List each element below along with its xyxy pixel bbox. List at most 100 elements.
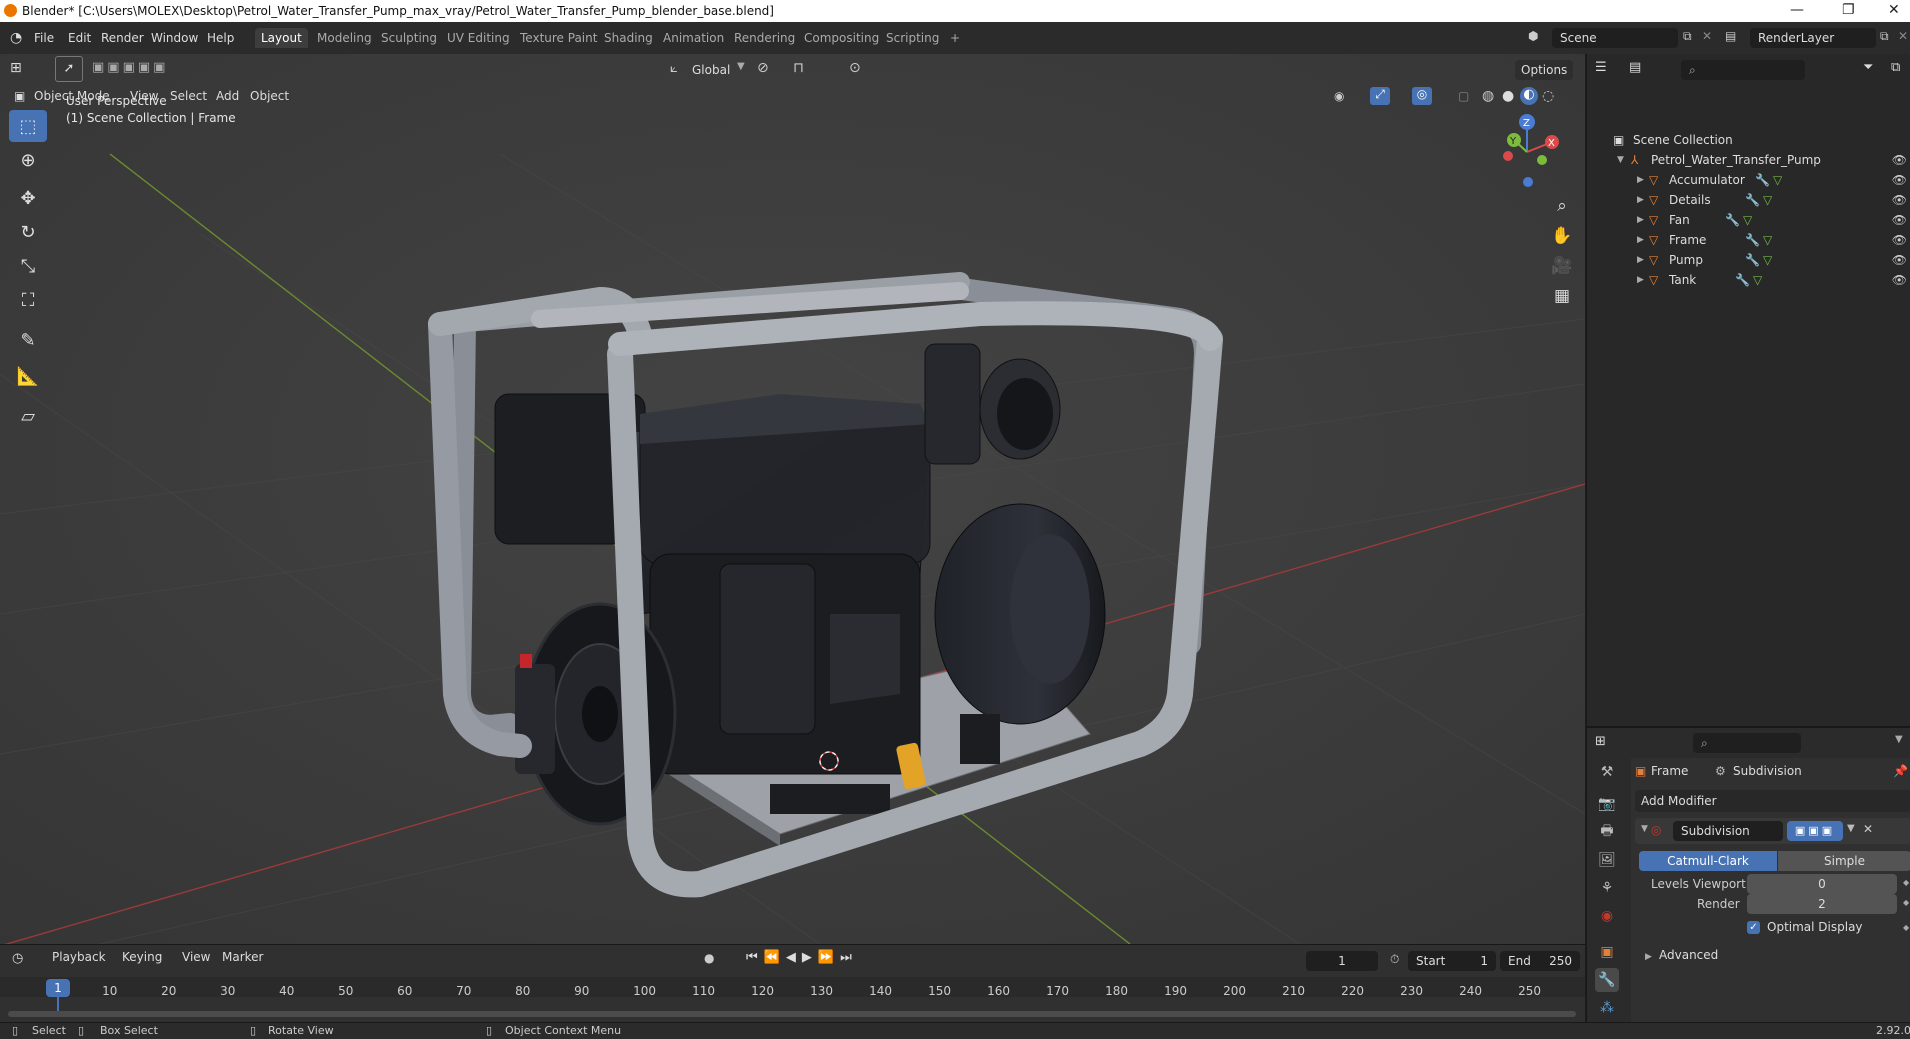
marker-menu[interactable]: Marker: [216, 947, 269, 967]
wireframe-shading-icon[interactable]: ◍: [1482, 88, 1494, 104]
keyframe-dot-icon[interactable]: ◆: [1903, 898, 1909, 907]
tab-scripting[interactable]: Scripting: [880, 28, 945, 48]
menu-help[interactable]: Help: [207, 31, 234, 45]
advanced-panel-header[interactable]: Advanced: [1659, 948, 1718, 962]
keying-menu[interactable]: Keying: [116, 947, 168, 967]
gizmo-toggle-icon[interactable]: ⤢: [1370, 87, 1390, 105]
modifier-wrench-icon[interactable]: 🔧: [1745, 190, 1760, 210]
playback-menu[interactable]: Playback: [46, 947, 112, 967]
levels-viewport-field[interactable]: 0: [1747, 874, 1897, 894]
mesh-data-icon[interactable]: ▽: [1753, 270, 1762, 290]
catmull-clark-button[interactable]: Catmull-Clark: [1639, 851, 1777, 871]
outliner-item[interactable]: ▶ ▽ Details 🔧 ▽ 👁: [1587, 190, 1910, 210]
delete-view-layer-icon[interactable]: ✕: [1898, 29, 1908, 43]
modifier-wrench-icon[interactable]: 🔧: [1725, 210, 1740, 230]
render-levels-field[interactable]: 2: [1747, 894, 1897, 914]
pan-hand-icon[interactable]: ✋: [1548, 222, 1576, 250]
remove-modifier-icon[interactable]: ✕: [1863, 822, 1873, 836]
editor-type-icon[interactable]: ⊞: [10, 60, 22, 76]
visibility-eye-icon[interactable]: 👁: [1892, 230, 1907, 250]
output-tab-icon[interactable]: 🖶: [1595, 820, 1619, 844]
orientation-dropdown[interactable]: Global: [686, 60, 736, 80]
maximize-button[interactable]: ❐: [1842, 2, 1855, 18]
timeline-editor-icon[interactable]: ◷: [12, 951, 23, 966]
view-layer-tab-icon[interactable]: 🖼: [1595, 848, 1619, 872]
zoom-icon[interactable]: ⌕: [1548, 192, 1576, 220]
transform-orientation-icon[interactable]: ⟀: [670, 61, 678, 76]
material-preview-icon[interactable]: ◐: [1520, 87, 1538, 105]
outliner-editor[interactable]: ☰ ▤ ⌕ ⏷ ⧉ ▣ Scene Collection ▼ ⅄ Petrol_…: [1586, 54, 1910, 726]
transform-tool-icon[interactable]: ⛶: [9, 284, 47, 316]
properties-editor-icon[interactable]: ⊞: [1595, 734, 1606, 749]
new-scene-icon[interactable]: ⧉: [1683, 29, 1692, 44]
visibility-icon[interactable]: ◉: [1334, 89, 1344, 103]
mesh-data-icon[interactable]: ▽: [1763, 250, 1772, 270]
outliner-search-input[interactable]: ⌕: [1681, 60, 1805, 80]
menu-edit[interactable]: Edit: [68, 31, 91, 45]
add-modifier-dropdown[interactable]: Add Modifier: [1635, 790, 1910, 812]
tab-rendering[interactable]: Rendering: [728, 28, 801, 48]
tool-tab-icon[interactable]: ⚒: [1595, 760, 1619, 784]
tab-uv-editing[interactable]: UV Editing: [441, 28, 516, 48]
expand-triangle-icon[interactable]: ▶: [1637, 230, 1644, 250]
minimize-button[interactable]: —: [1790, 2, 1804, 18]
expand-triangle-icon[interactable]: ▶: [1637, 170, 1644, 190]
outliner-item[interactable]: ▶ ▽ Frame 🔧 ▽ 👁: [1587, 230, 1910, 250]
properties-search-input[interactable]: ⌕: [1693, 733, 1801, 753]
tab-animation[interactable]: Animation: [657, 28, 730, 48]
scale-tool-icon[interactable]: ⤡: [9, 250, 47, 282]
playhead[interactable]: 1: [46, 979, 70, 997]
select-box-tool-icon[interactable]: ⬚: [9, 110, 47, 142]
current-frame-field[interactable]: 1: [1306, 951, 1378, 971]
visibility-eye-icon[interactable]: 👁: [1892, 210, 1907, 230]
timeline-editor[interactable]: ◷ Playback Keying View Marker ● ⏮⏪◀▶⏩⏭ 1…: [0, 944, 1585, 1023]
simple-button[interactable]: Simple: [1778, 851, 1910, 871]
modifier-wrench-icon[interactable]: 🔧: [1755, 170, 1770, 190]
outliner-scene-collection[interactable]: ▣ Scene Collection: [1587, 130, 1910, 150]
blender-menu-icon[interactable]: ◔: [10, 30, 22, 46]
visibility-eye-icon[interactable]: 👁: [1892, 150, 1907, 170]
expand-triangle-icon[interactable]: ▶: [1637, 270, 1644, 290]
expand-triangle-icon[interactable]: ▶: [1645, 952, 1652, 962]
xray-icon[interactable]: ▢: [1458, 89, 1469, 103]
outliner-item[interactable]: ▶ ▽ Tank 🔧 ▽ 👁: [1587, 270, 1910, 290]
overlay-toggle-icon[interactable]: ◎: [1412, 87, 1432, 105]
add-menu[interactable]: Add: [210, 86, 245, 106]
auto-keying-icon[interactable]: ●: [704, 951, 714, 965]
use-preview-range-icon[interactable]: ⏱: [1390, 952, 1399, 967]
select-tool-icon[interactable]: ➚: [55, 56, 83, 82]
menu-render[interactable]: Render: [101, 31, 144, 45]
start-frame-field[interactable]: Start 1: [1408, 951, 1496, 971]
rotate-tool-icon[interactable]: ↻: [9, 216, 47, 248]
timeline-scrollbar[interactable]: [8, 1011, 1576, 1017]
mesh-data-icon[interactable]: ▽: [1763, 190, 1772, 210]
keyframe-dot-icon[interactable]: ◆: [1903, 923, 1909, 932]
expand-triangle-icon[interactable]: ▶: [1637, 210, 1644, 230]
measure-tool-icon[interactable]: 📐: [9, 360, 47, 392]
add-workspace-button[interactable]: +: [944, 28, 966, 48]
new-view-layer-icon[interactable]: ⧉: [1880, 29, 1889, 44]
properties-editor[interactable]: ⊞ ⌕ ▼ ⚒ 📷 🖶 🖼 ⚘ ◉ ▣ 🔧 ⁂ ▣ Frame ⚙ Subdiv…: [1586, 726, 1910, 1024]
view-layer-browse-icon[interactable]: ▤: [1725, 29, 1736, 43]
menu-file[interactable]: File: [34, 31, 54, 45]
collapse-triangle-icon[interactable]: ▼: [1641, 824, 1648, 834]
solid-shading-icon[interactable]: ●: [1502, 88, 1514, 104]
tab-modeling[interactable]: Modeling: [311, 28, 378, 48]
selection-mode-icons[interactable]: ▣▣▣▣▣: [92, 60, 168, 75]
select-menu[interactable]: Select: [164, 86, 213, 106]
end-frame-field[interactable]: End 250: [1500, 951, 1580, 971]
chevron-down-icon[interactable]: ▼: [1847, 823, 1855, 834]
outliner-item[interactable]: ▶ ▽ Pump 🔧 ▽ 👁: [1587, 250, 1910, 270]
options-dropdown[interactable]: Options: [1515, 60, 1574, 80]
mesh-data-icon[interactable]: ▽: [1773, 170, 1782, 190]
playback-controls-icons[interactable]: ⏮⏪◀▶⏩⏭: [746, 950, 858, 965]
scene-name-field[interactable]: Scene: [1552, 28, 1678, 48]
pivot-point-icon[interactable]: ⊘: [757, 60, 769, 76]
cursor-tool-icon[interactable]: ⊕: [9, 144, 47, 176]
navigation-gizmo[interactable]: Z Y X: [1492, 110, 1562, 190]
mesh-data-icon[interactable]: ▽: [1743, 210, 1752, 230]
modifier-wrench-icon[interactable]: 🔧: [1745, 250, 1760, 270]
tab-texture-paint[interactable]: Texture Paint: [514, 28, 603, 48]
particles-tab-icon[interactable]: ⁂: [1595, 996, 1619, 1020]
move-tool-icon[interactable]: ✥: [9, 182, 47, 214]
